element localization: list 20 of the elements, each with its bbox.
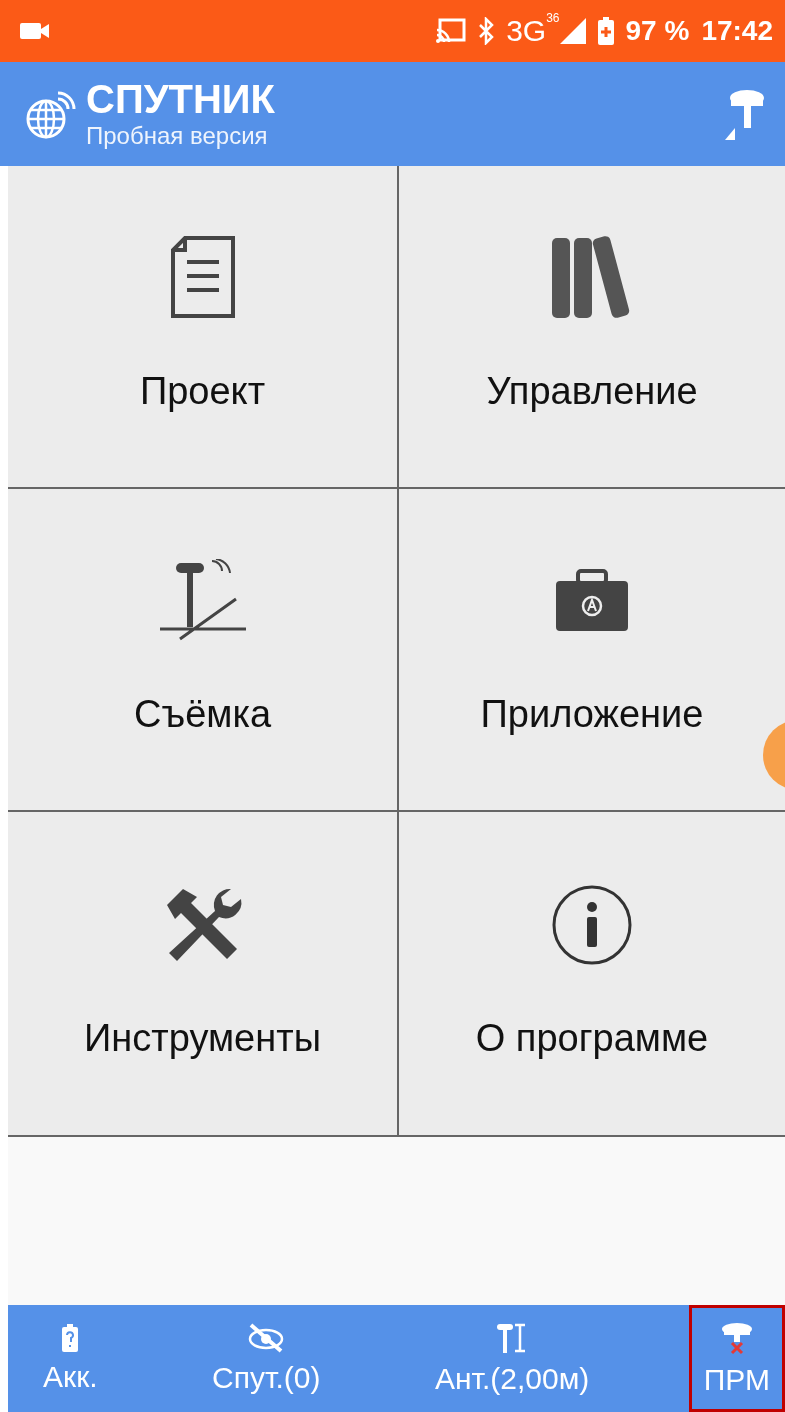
toolbox-icon (554, 569, 630, 633)
info-icon (550, 883, 634, 967)
network-superscript: 36 (546, 12, 560, 24)
bluetooth-icon (478, 17, 495, 45)
document-icon (168, 236, 237, 320)
network-type: 3G (506, 16, 547, 46)
signal-icon (559, 18, 586, 44)
menu-tile[interactable]: Съёмка (8, 489, 399, 812)
receiver-disconnected-icon (719, 1320, 754, 1355)
battery-unknown-icon (62, 1323, 79, 1352)
receiver-icon[interactable] (723, 88, 765, 140)
video-icon (20, 21, 50, 41)
battery-icon (597, 17, 614, 45)
battery-percent: 97 % (625, 14, 690, 48)
satellite-off-icon (247, 1322, 286, 1353)
menu-tile[interactable]: Проект (8, 166, 399, 489)
clock: 17:42 (701, 14, 773, 48)
cast-icon (436, 18, 467, 44)
app-subtitle: Пробная версия (86, 121, 269, 151)
app-title: СПУТНИК (86, 77, 275, 121)
